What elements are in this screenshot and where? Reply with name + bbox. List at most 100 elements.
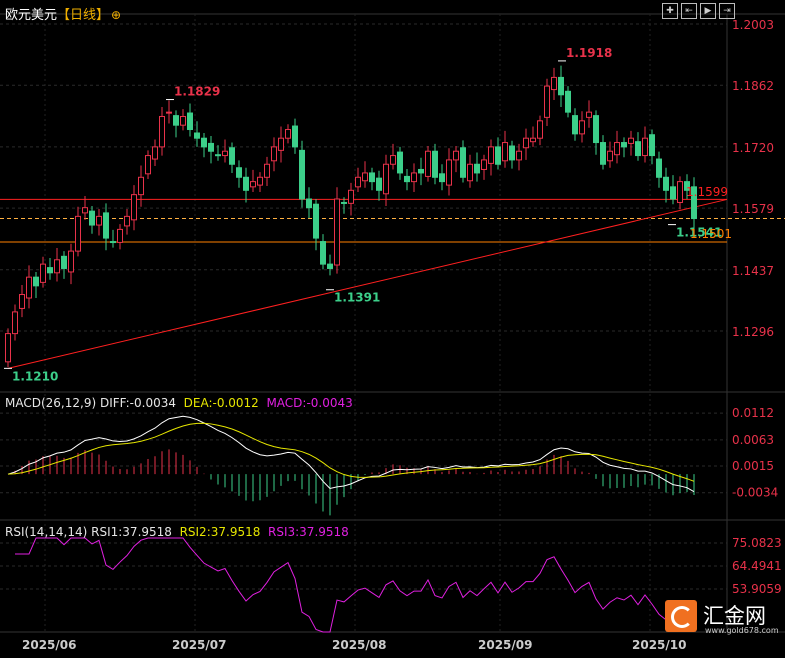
candle-body xyxy=(565,90,571,113)
candle-body xyxy=(656,158,662,178)
candle-body xyxy=(278,137,284,151)
candle-body xyxy=(299,149,305,200)
candle-body xyxy=(579,120,585,135)
candle-body xyxy=(173,115,179,126)
candle-body xyxy=(222,150,228,157)
candle-body xyxy=(593,115,599,144)
candle-body xyxy=(19,294,25,309)
candle-body xyxy=(68,250,74,273)
candle-body xyxy=(509,145,515,161)
candle-body xyxy=(432,150,438,178)
candle-body xyxy=(523,137,529,149)
candle-body xyxy=(187,112,193,131)
x-tick-label: 2025/08 xyxy=(332,638,387,652)
trend-line xyxy=(7,198,728,369)
candle-body xyxy=(397,151,403,174)
move-right-icon[interactable]: ⇥ xyxy=(719,3,735,19)
macd-tick-label: 0.0015 xyxy=(732,459,774,473)
candle-body xyxy=(117,228,123,243)
price-tick-label: 1.1437 xyxy=(732,264,774,278)
candle-body xyxy=(341,201,347,204)
candle-body xyxy=(663,176,669,191)
candle-body xyxy=(61,255,67,269)
candle-body xyxy=(201,137,207,148)
x-tick-label: 2025/07 xyxy=(172,638,227,652)
x-tick-label: 2025/06 xyxy=(22,638,77,652)
candle-body xyxy=(453,150,459,161)
price-tick-label: 1.1579 xyxy=(732,202,774,216)
candle-body xyxy=(348,189,354,204)
period-label[interactable]: 【日线】 xyxy=(57,8,109,23)
candle-body xyxy=(264,163,270,178)
gold678-logo: 汇金网 www.gold678.com xyxy=(665,600,779,635)
dea-line xyxy=(7,422,695,482)
candle-body xyxy=(404,175,410,183)
rsi3-value: RSI3:37.9518 xyxy=(268,525,349,539)
candle-body xyxy=(488,146,494,164)
candle-body xyxy=(635,141,641,157)
rsi-legend: RSI(14,14,14) RSI1:37.9518 RSI2:37.9518 … xyxy=(5,525,349,539)
macd-tick-label: -0.0034 xyxy=(732,486,778,500)
symbol-name: 欧元美元 xyxy=(5,8,58,23)
candle-body xyxy=(544,85,550,118)
candle-body xyxy=(411,172,417,183)
candle-body xyxy=(96,215,102,226)
candle-body xyxy=(572,115,578,135)
candle-body xyxy=(285,129,291,139)
candle-body xyxy=(124,215,130,227)
zoom-left-icon[interactable]: ⇤ xyxy=(681,3,697,19)
candle-body xyxy=(236,167,242,178)
rsi1-value: RSI1:37.9518 xyxy=(91,525,172,539)
price-tick-label: 1.2003 xyxy=(732,18,774,32)
candle-body xyxy=(614,142,620,156)
candle-body xyxy=(649,134,655,157)
candle-body xyxy=(257,176,263,186)
candle-body xyxy=(670,186,676,200)
candle-body xyxy=(292,125,298,148)
chart-title: 欧元美元【日线】 ⊕ xyxy=(5,4,121,23)
logo-icon xyxy=(665,600,697,632)
candle-body xyxy=(194,132,200,139)
rsi-tick-label: 53.9059 xyxy=(732,582,782,596)
x-tick-label: 2025/09 xyxy=(478,638,533,652)
line-label-1.1599: 1.1599 xyxy=(686,185,728,199)
candle-body xyxy=(54,259,60,274)
candlestick-chart[interactable]: 1.2003 1.1862 1.1720 1.1579 1.1437 1.1296 1.18… xyxy=(0,0,785,658)
candle-body xyxy=(82,207,88,214)
candle-body xyxy=(390,155,396,165)
candle-body xyxy=(369,172,375,183)
candle-body xyxy=(516,150,522,161)
candle-body xyxy=(320,241,326,265)
candle-body xyxy=(271,146,277,162)
rsi-label: RSI(14,14,14) xyxy=(5,525,88,539)
candle-body xyxy=(558,76,564,96)
candle-body xyxy=(425,150,431,177)
chart-toolbar: ✚ ⇤ ▶ ⇥ xyxy=(662,3,735,19)
candle-body xyxy=(530,137,536,143)
plus-circle-icon[interactable]: ⊕ xyxy=(111,8,121,22)
macd-legend: MACD(26,12,9) DIFF:-0.0034 DEA:-0.0012 M… xyxy=(5,396,353,410)
crosshair-icon[interactable]: ✚ xyxy=(662,3,678,19)
price-tick-label: 1.1862 xyxy=(732,79,774,93)
candle-body xyxy=(215,154,221,157)
candle-body xyxy=(551,76,557,91)
macd-dea: DEA:-0.0012 xyxy=(183,396,259,410)
zoom-right-icon[interactable]: ▶ xyxy=(700,3,716,19)
candle-body xyxy=(495,146,501,165)
candle-body xyxy=(89,210,95,226)
candle-body xyxy=(481,159,487,170)
macd-value: MACD:-0.0043 xyxy=(266,396,353,410)
logo-url: www.gold678.com xyxy=(705,626,779,635)
candle-body xyxy=(628,137,634,144)
candle-body xyxy=(33,276,39,287)
line-label-1.1501: 1.1501 xyxy=(690,227,732,241)
extreme-label: 1.1391 xyxy=(334,291,380,305)
candle-body xyxy=(180,115,186,126)
candle-body xyxy=(159,115,165,148)
candle-body xyxy=(376,177,382,191)
macd-tick-label: 0.0063 xyxy=(732,433,774,447)
macd-diff: DIFF:-0.0034 xyxy=(99,396,176,410)
price-tick-label: 1.1720 xyxy=(732,141,774,155)
candle-body xyxy=(642,137,648,157)
candle-body xyxy=(208,142,214,152)
